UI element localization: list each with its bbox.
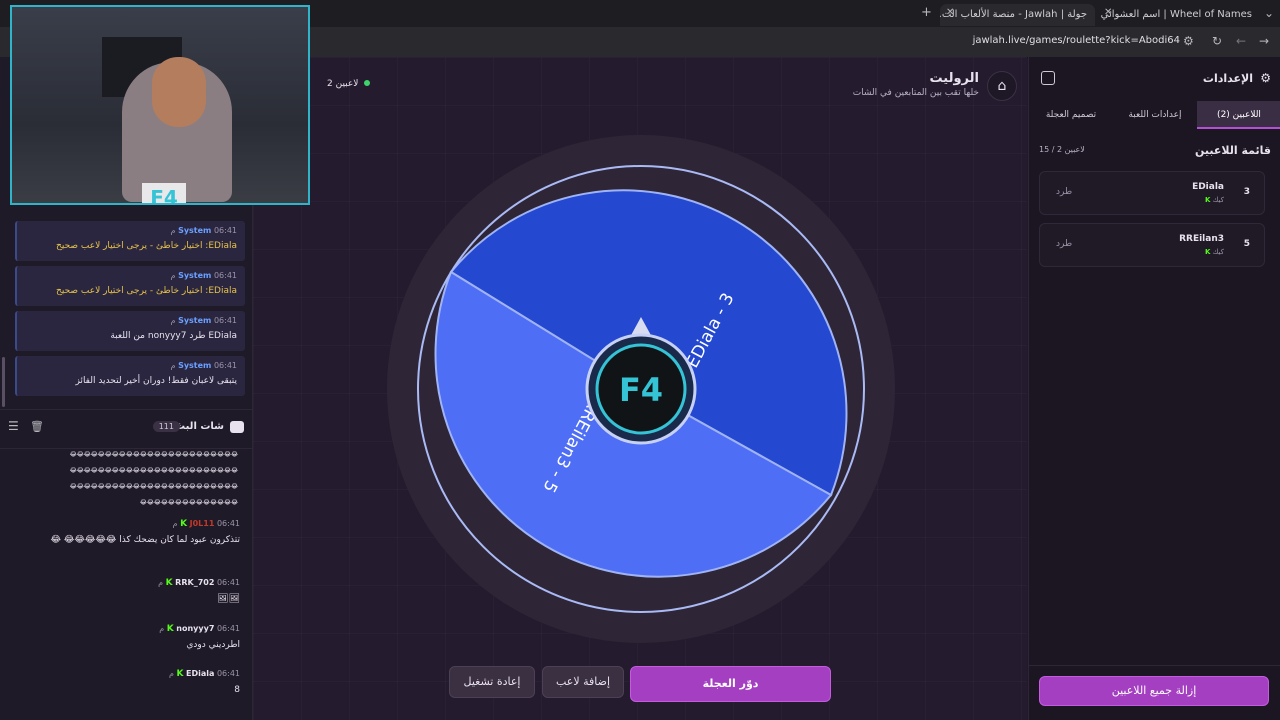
emoji-line: 😂😂😂😂😂😂😂😂😂😂😂😂😂😂😂😂😂😂😂😂😂😂😂😂: [69, 483, 238, 490]
webcam-face: [152, 57, 206, 127]
system-message-text: يتبقى لاعبان فقط! دوران أخير لتحديد الفا…: [75, 376, 237, 386]
kick-icon: K: [166, 624, 174, 634]
player-platform-label: كيك: [1212, 196, 1224, 204]
chat-header: شات البث 111 🗑 ☰: [0, 409, 252, 449]
spin-wheel-button[interactable]: دوّر العجلة: [630, 666, 831, 702]
browser-tab-wheel-of-names[interactable]: Wheel of Names | اسم العشوائي: [1100, 4, 1260, 26]
players-online-label: 2 لاعبين: [327, 79, 359, 89]
system-name: System: [178, 361, 212, 370]
page-title: الروليت: [929, 71, 979, 86]
player-row: 3 EDiala K كيك طرد: [1039, 171, 1265, 215]
system-message-text: EDiala طرد nonyyy7 من اللعبة: [110, 331, 237, 341]
system-name: System: [178, 226, 212, 235]
tab-wheel-design[interactable]: تصميم العجلة: [1029, 101, 1113, 129]
webcam-f4-logo: F4: [142, 183, 186, 203]
forward-icon[interactable]: ←: [1236, 34, 1246, 48]
tab-game-settings[interactable]: إعدادات اللعبة: [1113, 101, 1197, 129]
roulette-wheel[interactable]: EDiala - 3 RREilan3 - 5 F4: [385, 133, 897, 645]
player-platform: K كيك: [1205, 248, 1224, 256]
add-player-button[interactable]: إضافة لاعب: [542, 666, 624, 698]
reload-icon[interactable]: ↻: [1212, 34, 1222, 48]
online-dot-icon: [364, 80, 371, 86]
player-name: EDiala: [1192, 182, 1224, 192]
chat-message-text: 🖼🖼: [217, 594, 240, 604]
f4-logo-icon: F4: [619, 371, 663, 409]
system-name: System: [178, 271, 212, 280]
system-message: System 06:41 م EDiala: اختيار خاطئ - يرج…: [15, 221, 245, 261]
player-number: 3: [1243, 187, 1250, 197]
chat-message: K EDiala 06:41 م 8: [15, 669, 240, 695]
chat-message-text: اطرديني دودي: [186, 640, 240, 650]
restart-button[interactable]: إعادة تشغيل: [449, 666, 535, 698]
player-platform: K كيك: [1205, 196, 1224, 204]
settings-title: الإعدادات: [1202, 72, 1253, 85]
chat-message: K J0L11 06:41 م تتذكرون عبود لما كان يضح…: [15, 519, 240, 545]
chat-username[interactable]: J0L11: [190, 519, 215, 528]
webcam-overlay: F4: [10, 5, 310, 205]
chat-username[interactable]: EDiala: [186, 669, 214, 678]
kick-icon: K: [165, 578, 173, 588]
sort-icon[interactable]: ☰: [8, 419, 19, 433]
emoji-line: 😂😂😂😂😂😂😂😂😂😂😂😂😂😂😂😂😂😂😂😂😂😂😂😂: [69, 467, 238, 474]
players-count: 15 / 2 لاعبين: [1039, 145, 1085, 154]
home-icon[interactable]: ⌂: [987, 71, 1017, 101]
system-message-text: EDiala: اختيار خاطئ - يرجى اختيار لاعب ص…: [56, 241, 237, 251]
emoji-message: 😂😂😂😂😂😂😂😂😂😂😂😂😂😂😂😂😂😂😂😂😂😂😂😂 😂😂😂😂😂😂😂😂😂😂😂😂😂😂😂…: [30, 447, 238, 509]
system-message: System 06:41 م EDiala طرد nonyyy7 من الل…: [15, 311, 245, 351]
roulette-stage: ⌂ الروليت خلها تقب بين المتابعين في الشا…: [253, 57, 1027, 720]
players-online: 2 لاعبين: [327, 79, 371, 89]
players-list-title: قائمة اللاعبين: [1195, 144, 1271, 157]
chat-scrollbar[interactable]: [2, 357, 5, 407]
url-text[interactable]: jawlah.live/games/roulette?kick=Abodi64: [973, 35, 1180, 46]
chat-message: K nonyyy7 06:41 م اطرديني دودي: [15, 624, 240, 650]
kick-icon: K: [1204, 196, 1211, 204]
player-name: RREilan3: [1179, 234, 1224, 244]
kick-icon: K: [1204, 248, 1211, 256]
chat-message-text: 8: [234, 685, 240, 695]
chat-username[interactable]: nonyyy7: [176, 624, 214, 633]
gear-icon: ⚙: [1260, 71, 1271, 85]
remove-all-players-button[interactable]: إزالة جميع اللاعبين: [1039, 676, 1269, 706]
kick-player-button[interactable]: طرد: [1056, 239, 1072, 249]
kick-player-button[interactable]: طرد: [1056, 187, 1072, 197]
trash-icon[interactable]: 🗑: [30, 420, 44, 433]
close-tab-icon[interactable]: ✕: [1104, 7, 1112, 18]
system-message-text: EDiala: اختيار خاطئ - يرجى اختيار لاعب ص…: [56, 286, 237, 296]
kick-icon: K: [176, 669, 184, 679]
settings-panel: ⚙ الإعدادات اللاعبين (2) إعدادات اللعبة …: [1028, 57, 1280, 720]
browser-tab-jawlah[interactable]: جولة | Jawlah - منصة الألعاب الت...: [940, 4, 1095, 26]
chat-bubble-icon: [230, 421, 244, 433]
close-tab-icon[interactable]: ✕: [946, 7, 954, 18]
emoji-line: 😂😂😂😂😂😂😂😂😂😂😂😂😂😂😂😂😂😂😂😂😂😂😂😂: [69, 451, 238, 458]
page-subtitle: خلها تقب بين المتابعين في الشات: [852, 88, 979, 98]
system-message: System 06:41 م EDiala: اختيار خاطئ - يرج…: [15, 266, 245, 306]
emoji-line: 😂😂😂😂😂😂😂😂😂😂😂😂😂😂: [139, 499, 238, 506]
back-icon[interactable]: →: [1259, 34, 1269, 48]
chat-username[interactable]: RRK_702: [175, 578, 214, 587]
chat-count-badge: 111: [152, 421, 180, 432]
player-row: 5 RREilan3 K كيك طرد: [1039, 223, 1265, 267]
tab-title: جولة | Jawlah - منصة الألعاب الت...: [940, 9, 1087, 20]
kick-icon: K: [180, 519, 188, 529]
player-number: 5: [1243, 239, 1250, 249]
collapse-panel-icon[interactable]: [1041, 71, 1055, 85]
tab-search-icon[interactable]: ⌄: [1264, 6, 1274, 20]
system-name: System: [178, 316, 212, 325]
tab-title: Wheel of Names | اسم العشوائي: [1100, 9, 1252, 20]
divider: [1029, 665, 1280, 666]
new-tab-icon[interactable]: +: [921, 5, 932, 20]
chat-message-text: تتذكرون عبود لما كان يضحك كذا 😂😂😂😂😂 😂: [50, 535, 240, 545]
chat-title: شات البث: [175, 421, 224, 432]
site-settings-icon[interactable]: ⚙: [1183, 34, 1194, 48]
chat-message: K RRK_702 06:41 م 🖼🖼: [15, 578, 240, 604]
player-platform-label: كيك: [1212, 248, 1224, 256]
tab-players[interactable]: اللاعبين (2): [1197, 101, 1280, 129]
system-message: System 06:41 م يتبقى لاعبان فقط! دوران أ…: [15, 356, 245, 396]
